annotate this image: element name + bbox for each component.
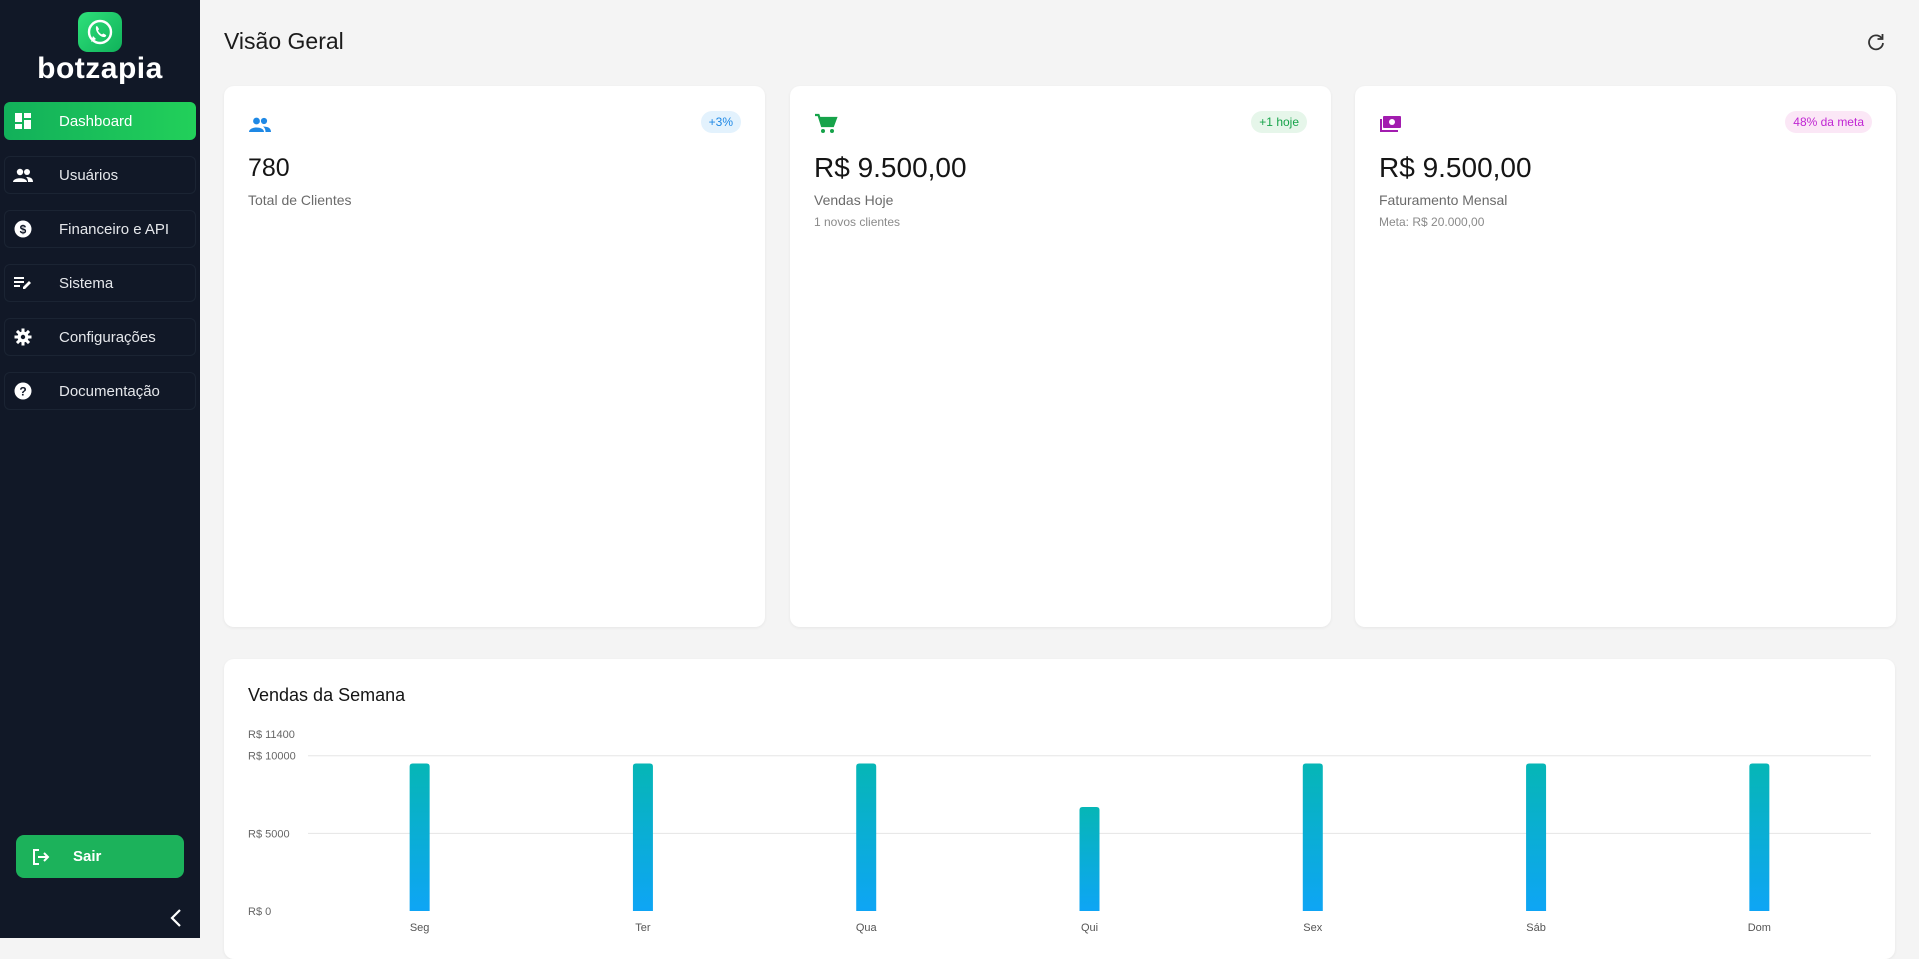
stat-subtext: Meta: R$ 20.000,00 bbox=[1379, 215, 1485, 229]
chevron-left-icon bbox=[170, 909, 181, 927]
help-icon: ? bbox=[13, 381, 33, 401]
bar-ter[interactable] bbox=[632, 763, 653, 912]
stat-label: Vendas Hoje bbox=[814, 192, 894, 208]
brand-name: botzapia bbox=[37, 52, 163, 85]
cart-icon bbox=[814, 112, 838, 136]
status-badge: +3% bbox=[700, 111, 741, 133]
sidebar-item-sistema[interactable]: Sistema bbox=[4, 264, 196, 302]
status-badge: 48% da meta bbox=[1785, 111, 1872, 133]
bar-sáb[interactable] bbox=[1526, 763, 1547, 912]
logout-button[interactable]: Sair bbox=[16, 835, 184, 878]
stat-label: Total de Clientes bbox=[248, 192, 352, 208]
users-icon bbox=[13, 165, 33, 185]
logout-label: Sair bbox=[73, 848, 102, 865]
stat-card-clientes: +3% 780 Total de Clientes bbox=[224, 86, 765, 627]
x-tick-label: Ter bbox=[635, 922, 651, 934]
status-badge: +1 hoje bbox=[1251, 111, 1307, 133]
x-tick-label: Qua bbox=[856, 922, 878, 934]
svg-text:?: ? bbox=[19, 385, 26, 399]
svg-text:$: $ bbox=[20, 223, 27, 237]
bar-dom[interactable] bbox=[1749, 763, 1770, 912]
sidebar-item-usuarios[interactable]: Usuários bbox=[4, 156, 196, 194]
sidebar-nav: Dashboard Usuários $ Financeiro e API Si… bbox=[4, 102, 196, 426]
edit-list-icon bbox=[13, 273, 33, 293]
stat-value: 780 bbox=[248, 154, 290, 182]
bar-chart: R$ 0 R$ 5000 R$ 10000 R$ 11400 Seg Ter Qua Qui… bbox=[248, 729, 1871, 934]
bar-seg[interactable] bbox=[409, 763, 430, 912]
collapse-sidebar-button[interactable] bbox=[166, 908, 186, 928]
x-tick-label: Sáb bbox=[1526, 922, 1546, 934]
refresh-icon bbox=[1868, 34, 1884, 51]
weekly-sales-chart: Vendas da Semana R$ 0 R$ 5000 R$ 10000 R$ 1… bbox=[224, 659, 1895, 959]
x-tick-label: Sex bbox=[1303, 922, 1322, 934]
x-tick-label: Seg bbox=[410, 922, 430, 934]
sidebar-item-financeiro[interactable]: $ Financeiro e API bbox=[4, 210, 196, 248]
users-icon bbox=[248, 112, 272, 136]
sidebar-item-label: Documentação bbox=[59, 382, 160, 400]
money-icon bbox=[1379, 112, 1403, 136]
stat-card-vendas-hoje: +1 hoje R$ 9.500,00 Vendas Hoje 1 novos … bbox=[790, 86, 1331, 627]
stat-subtext: 1 novos clientes bbox=[814, 215, 901, 229]
logout-icon bbox=[31, 847, 51, 867]
stat-card-faturamento: 48% da meta R$ 9.500,00 Faturamento Mens… bbox=[1355, 86, 1896, 627]
brand-logo: botzapia bbox=[0, 12, 200, 86]
sidebar: botzapia Dashboard Usuários $ Financeiro… bbox=[0, 0, 200, 938]
gear-icon bbox=[13, 327, 33, 347]
page-title: Visão Geral bbox=[224, 28, 344, 54]
y-tick-label: R$ 10000 bbox=[248, 751, 296, 763]
stat-label: Faturamento Mensal bbox=[1379, 192, 1508, 208]
y-tick-label: R$ 5000 bbox=[248, 828, 290, 840]
bar-sex[interactable] bbox=[1302, 763, 1323, 912]
stat-value: R$ 9.500,00 bbox=[814, 152, 967, 183]
x-tick-label: Qui bbox=[1081, 922, 1098, 934]
sidebar-item-label: Configurações bbox=[59, 328, 156, 346]
whatsapp-logo-icon bbox=[78, 12, 122, 52]
dollar-icon: $ bbox=[13, 219, 33, 239]
sidebar-item-label: Usuários bbox=[59, 166, 119, 184]
sidebar-item-configuracoes[interactable]: Configurações bbox=[4, 318, 196, 356]
y-tick-label: R$ 11400 bbox=[248, 729, 295, 741]
x-tick-label: Dom bbox=[1748, 922, 1771, 934]
sidebar-item-label: Sistema bbox=[59, 274, 114, 292]
bar-qua[interactable] bbox=[856, 763, 877, 912]
sidebar-item-dashboard[interactable]: Dashboard bbox=[4, 102, 196, 140]
refresh-button[interactable] bbox=[1866, 32, 1886, 52]
sidebar-item-label: Dashboard bbox=[59, 112, 133, 130]
y-tick-label: R$ 0 bbox=[248, 906, 271, 918]
stat-value: R$ 9.500,00 bbox=[1379, 152, 1532, 183]
sidebar-item-label: Financeiro e API bbox=[59, 220, 170, 238]
bar-qui[interactable] bbox=[1079, 806, 1100, 911]
dashboard-icon bbox=[13, 111, 33, 131]
sidebar-item-documentacao[interactable]: ? Documentação bbox=[4, 372, 196, 410]
